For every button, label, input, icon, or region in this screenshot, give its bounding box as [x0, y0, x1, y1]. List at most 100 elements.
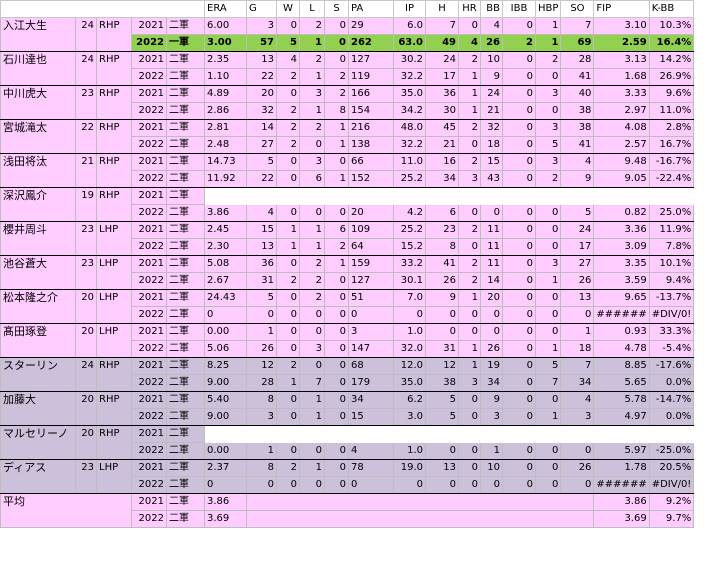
stat-cell: 68 [348, 357, 394, 375]
stat-cell: 2 [458, 153, 481, 171]
stat-cell: 0 [502, 357, 536, 375]
stat-cell: 10 [480, 51, 503, 69]
stat-cell: 11.9% [648, 221, 695, 239]
stat-cell: 159 [348, 255, 394, 273]
stat-cell: 0 [299, 306, 325, 324]
stat-cell: 5 [425, 408, 459, 426]
stat-cell: 0 [502, 102, 536, 120]
stat-cell: 1.10 [204, 68, 247, 86]
player-name: 深沢鳳介 [0, 187, 76, 222]
stat-cell: 2.8% [648, 119, 695, 137]
team-level: 二軍 [166, 510, 205, 528]
season-year: 2022 [131, 510, 167, 528]
season-year: 2021 [131, 459, 167, 477]
team-level: 二軍 [166, 68, 205, 86]
team-level: 二軍 [166, 17, 205, 35]
stat-cell: 3 [246, 408, 277, 426]
team-level: 二軍 [166, 187, 205, 205]
stat-cell: 33.3% [648, 323, 695, 341]
stat-cell: 1 [299, 459, 325, 477]
stat-cell: 0 [502, 221, 536, 239]
stat-cell [299, 425, 325, 443]
stat-cell: 12 [246, 357, 277, 375]
stat-cell: 0 [534, 238, 562, 256]
team-level: 二軍 [166, 289, 205, 307]
average-row: 平均 2021 二軍 3.86 3.86 9.2% [0, 493, 695, 528]
stat-cell: 0 [324, 204, 349, 222]
stat-cell: 19 [480, 357, 503, 375]
stat-cell: 14 [246, 119, 277, 137]
team-level: 二軍 [166, 340, 205, 358]
column-header: FIP [593, 0, 650, 18]
stat-cell: 8 [246, 391, 277, 409]
stat-cell: 9 [425, 289, 459, 307]
stat-cell: 7.8% [648, 238, 695, 256]
stat-cell: 2 [458, 51, 481, 69]
stat-cell: 28 [560, 51, 595, 69]
stat-cell: 15 [348, 408, 394, 426]
stat-cell: 4 [276, 51, 300, 69]
stat-cell: 9.4% [648, 272, 695, 290]
stat-cell: 26 [480, 34, 503, 52]
column-header: W [276, 0, 300, 18]
stat-cell: 0.82 [593, 204, 650, 222]
stat-cell: 0 [480, 476, 503, 494]
player-throws: LHP [96, 459, 132, 494]
stat-cell: 9 [480, 68, 503, 86]
stat-cell: 2.81 [204, 119, 247, 137]
stat-cell: 26.9% [648, 68, 695, 86]
table-row: 深沢鳳介 19 RHP 2021 二軍 [0, 187, 695, 222]
stat-cell: 1.0 [393, 323, 426, 341]
stat-cell: 8 [425, 238, 459, 256]
season-year: 2022 [131, 68, 167, 86]
stat-cell: 3.36 [593, 221, 650, 239]
stat-cell: 4 [348, 442, 394, 460]
stat-cell: -17.6% [648, 357, 695, 375]
stat-cell: 0 [276, 17, 300, 35]
stat-cell: 8.25 [204, 357, 247, 375]
stat-cell: 38 [560, 102, 595, 120]
stat-cell: 1 [324, 119, 349, 137]
table-row: ディアス 23 LHP 2021 二軍 2.37 8 2 1 0 78 19.0 13 0 10 0 0 26 1.… [0, 459, 695, 494]
avg-era: 3.69 [204, 510, 247, 528]
season-year: 2022 [131, 204, 167, 222]
stat-cell: 2.37 [204, 459, 247, 477]
stat-cell: 0 [480, 323, 503, 341]
stat-cell: 41 [425, 255, 459, 273]
stat-cell: 3.0 [393, 408, 426, 426]
stat-cell: 1 [458, 102, 481, 120]
player-throws: RHP [96, 391, 132, 426]
stat-cell [534, 187, 562, 205]
stat-cell: 5.08 [204, 255, 247, 273]
column-header: IP [393, 0, 426, 18]
stat-cell: 5 [534, 136, 562, 154]
player-name: 入江大生 [0, 17, 76, 52]
player-age: 23 [75, 255, 97, 290]
season-year: 2022 [131, 340, 167, 358]
stat-cell: 0 [276, 255, 300, 273]
stat-cell: 1.68 [593, 68, 650, 86]
stat-cell: 13 [560, 289, 595, 307]
stat-cell: 2 [276, 136, 300, 154]
stat-cell: 1 [534, 272, 562, 290]
stat-cell: 9.6% [648, 85, 695, 103]
stat-cell [458, 187, 481, 205]
stat-cell: 1 [458, 68, 481, 86]
stat-cell [480, 187, 503, 205]
stat-cell: 2 [276, 102, 300, 120]
team-level: 二軍 [166, 323, 205, 341]
stat-cell: 3 [458, 170, 481, 188]
stat-cell: 26 [560, 272, 595, 290]
stat-cell: 2 [276, 272, 300, 290]
player-name: 髙田琢登 [0, 323, 76, 358]
stat-cell [534, 425, 562, 443]
stat-cell: 0.0% [648, 374, 695, 392]
stat-cell: 0 [425, 306, 459, 324]
stat-cell: 9.00 [204, 374, 247, 392]
stat-cell: 33.2 [393, 255, 426, 273]
table-row: 加藤大 20 RHP 2021 二軍 5.40 8 0 1 0 34 6.2 5 0 9 0 0 4 5.78 -14… [0, 391, 695, 426]
stat-cell: 11.0% [648, 102, 695, 120]
stat-cell: 0 [299, 204, 325, 222]
table-row: スターリン 24 RHP 2021 二軍 8.25 12 2 0 0 68 12.0 12 1 19 0 5 7 8… [0, 357, 695, 392]
stat-cell [593, 187, 650, 205]
